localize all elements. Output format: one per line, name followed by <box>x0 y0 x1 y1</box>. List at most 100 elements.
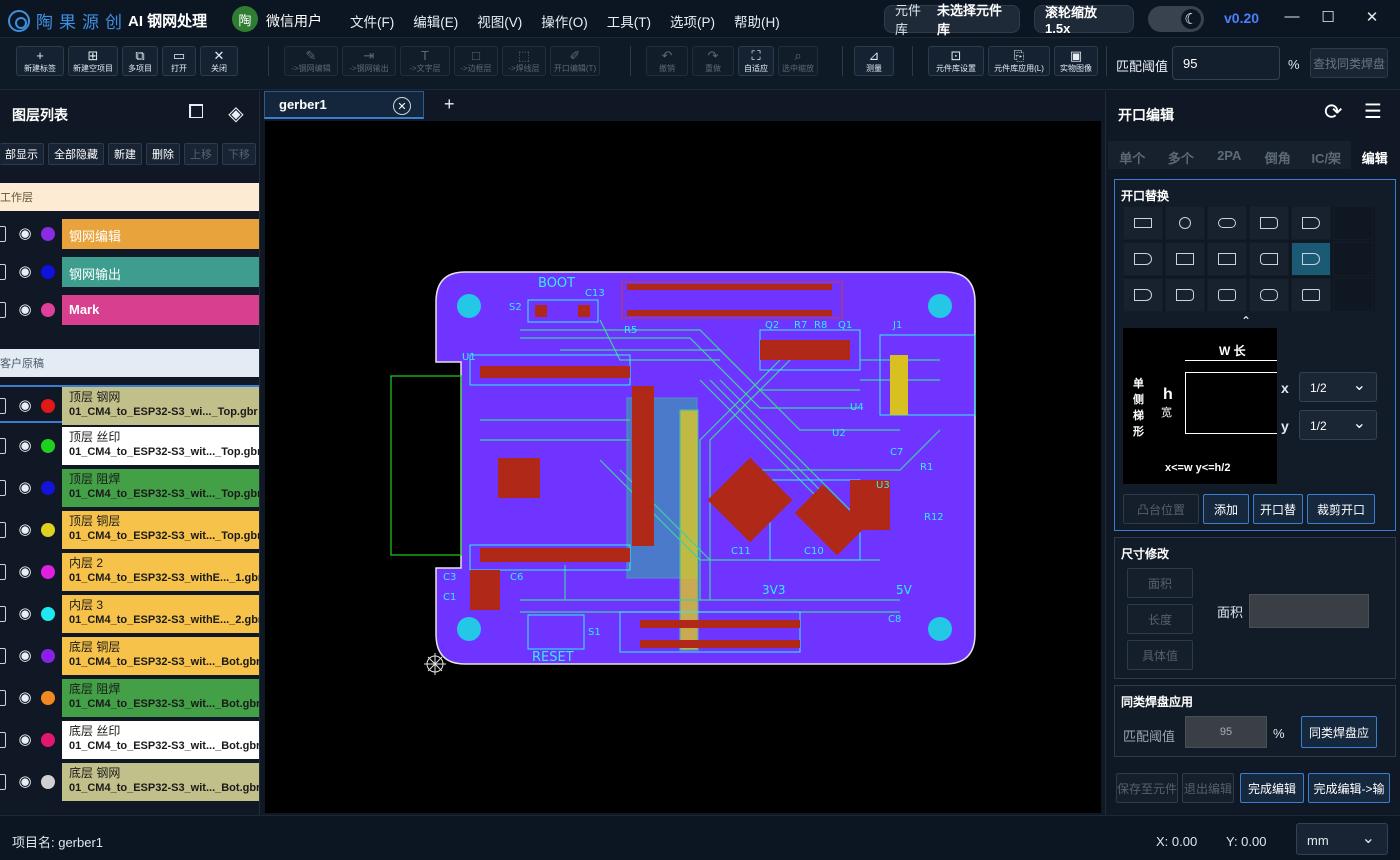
menu-view[interactable]: 视图(V) <box>477 11 522 31</box>
shape-rounded3-icon[interactable] <box>1291 278 1331 312</box>
unit-select[interactable]: mm ⌄ <box>1296 823 1388 855</box>
customer-layer-row[interactable]: ◉ 底层 阻焊 01_CM4_to_ESP32-S3_wit..._Bot.gbr <box>0 679 259 717</box>
threshold-input[interactable]: 95 <box>1172 46 1280 80</box>
new-layer-button[interactable]: 新建 <box>108 143 142 165</box>
work-layer-row[interactable]: ◉ Mark <box>0 295 259 325</box>
group-work-layers[interactable]: 工作层 <box>0 183 259 211</box>
add-button[interactable]: 添加 <box>1203 494 1249 524</box>
zoom-selection-button[interactable]: ⌕ 选中缩放 <box>778 46 818 76</box>
layer-checkbox[interactable] <box>0 522 6 538</box>
layer-color-swatch[interactable] <box>41 265 55 279</box>
layer-checkbox[interactable] <box>0 564 6 580</box>
measure-button[interactable]: ⊿ 测量 <box>854 46 894 76</box>
layer-color-swatch[interactable] <box>41 607 55 621</box>
eye-icon[interactable]: ◉ <box>14 262 36 282</box>
work-layer-row[interactable]: ◉ 钢网输出 <box>0 257 259 287</box>
tab-single[interactable]: 单个 <box>1108 141 1157 169</box>
eye-icon[interactable]: ◉ <box>14 562 36 582</box>
shape-rect-icon[interactable] <box>1123 206 1163 240</box>
customer-layer-row[interactable]: ◉ 内层 2 01_CM4_to_ESP32-S3_withE..._1.gbr <box>0 553 259 591</box>
eye-icon[interactable]: ◉ <box>14 646 36 666</box>
move-up-button[interactable]: 上移 <box>184 143 218 165</box>
area-button[interactable]: 面积 <box>1127 568 1193 598</box>
eye-icon[interactable]: ◉ <box>14 730 36 750</box>
add-layer-icon[interactable]: ⧠ <box>184 101 208 125</box>
layer-checkbox[interactable] <box>0 302 6 318</box>
undo-button[interactable]: ↶ 撤销 <box>646 46 688 76</box>
tab-multiple[interactable]: 多个 <box>1157 141 1206 169</box>
pcb-canvas[interactable]: BOOT S2 C13 J1 Q2 R7 R8 Q1 R5 U1 U4 U2 C… <box>265 121 1101 813</box>
shape-circle-icon[interactable] <box>1165 206 1205 240</box>
shape-rounded2-icon[interactable] <box>1249 278 1289 312</box>
layer-checkbox[interactable] <box>0 606 6 622</box>
boss-position-button[interactable]: 凸台位置 <box>1123 494 1199 524</box>
new-empty-project-button[interactable]: ⊞ 新建空项目 <box>68 46 118 76</box>
shape-cut-icon[interactable] <box>1165 242 1205 276</box>
to-border-layer-button[interactable]: □ ->边框层 <box>454 46 498 76</box>
eye-icon[interactable]: ◉ <box>14 224 36 244</box>
menu-operate[interactable]: 操作(O) <box>541 11 588 31</box>
tab-ic[interactable]: IC/架 <box>1302 141 1351 169</box>
eye-icon[interactable]: ◉ <box>14 688 36 708</box>
physical-image-button[interactable]: ▣ 实物图像 <box>1054 46 1098 76</box>
to-stencil-output-button[interactable]: ⇥ ->钢网输出 <box>342 46 396 76</box>
delete-layer-button[interactable]: 删除 <box>146 143 180 165</box>
close-tab-icon[interactable]: ✕ <box>393 97 411 115</box>
to-stencil-edit-button[interactable]: ✎ ->钢网编辑 <box>284 46 338 76</box>
customer-layer-row[interactable]: ◉ 底层 铜层 01_CM4_to_ESP32-S3_wit..._Bot.gbr <box>0 637 259 675</box>
work-layer-row[interactable]: ◉ 钢网编辑 <box>0 219 259 249</box>
layer-color-swatch[interactable] <box>41 439 55 453</box>
avatar[interactable]: 陶 <box>232 6 258 32</box>
layer-checkbox[interactable] <box>0 226 6 242</box>
shape-cut2-icon[interactable] <box>1207 242 1247 276</box>
user-name[interactable]: 微信用户 <box>266 11 322 31</box>
zoom-indicator[interactable]: 滚轮缩放 1.5x <box>1034 5 1134 36</box>
tab-2pa[interactable]: 2PA <box>1205 141 1254 169</box>
menu-icon[interactable]: ☰ <box>1364 99 1390 123</box>
layer-color-swatch[interactable] <box>41 481 55 495</box>
add-tab-button[interactable]: + <box>444 94 455 115</box>
show-all-button[interactable]: 部显示 <box>0 143 44 165</box>
layers-icon[interactable]: ◈ <box>224 101 248 125</box>
library-settings-button[interactable]: ⊡ 元件库设置 <box>928 46 984 76</box>
find-same-pad-button[interactable]: 查找同类焊盘 <box>1310 48 1388 78</box>
replace-aperture-button[interactable]: 开口替 <box>1253 494 1303 524</box>
tab-chamfer[interactable]: 倒角 <box>1254 141 1303 169</box>
exit-edit-button[interactable]: 退出编辑 <box>1182 773 1234 803</box>
layer-color-swatch[interactable] <box>41 649 55 663</box>
eye-icon[interactable]: ◉ <box>14 436 36 456</box>
minimize-icon[interactable]: — <box>1282 8 1302 28</box>
shape-tab-icon[interactable] <box>1291 206 1331 240</box>
shape-rounded-icon[interactable] <box>1207 278 1247 312</box>
close-button[interactable]: ✕ 关闭 <box>200 46 238 76</box>
customer-layer-row[interactable]: ◉ 顶层 丝印 01_CM4_to_ESP32-S3_wit..._Top.gbr <box>0 427 259 465</box>
shape-obround-icon[interactable] <box>1207 206 1247 240</box>
layer-color-swatch[interactable] <box>41 303 55 317</box>
eye-icon[interactable]: ◉ <box>14 772 36 792</box>
menu-file[interactable]: 文件(F) <box>350 11 394 31</box>
fit-view-button[interactable]: ⛶ 自适应 <box>738 46 774 76</box>
x-select[interactable]: 1/2 <box>1299 372 1377 402</box>
customer-layer-row[interactable]: ◉ 底层 丝印 01_CM4_to_ESP32-S3_wit..._Bot.gbr <box>0 721 259 759</box>
theme-toggle[interactable]: ☾ <box>1148 6 1204 32</box>
eye-icon[interactable]: ◉ <box>14 520 36 540</box>
tab-edit[interactable]: 编辑 <box>1350 141 1399 169</box>
layer-color-swatch[interactable] <box>41 565 55 579</box>
layer-checkbox[interactable] <box>0 690 6 706</box>
layer-checkbox[interactable] <box>0 264 6 280</box>
layer-color-swatch[interactable] <box>41 775 55 789</box>
y-select[interactable]: 1/2 <box>1299 410 1377 440</box>
shape-selected-icon[interactable] <box>1291 242 1331 276</box>
same-threshold-input[interactable]: 95 <box>1185 716 1267 748</box>
open-button[interactable]: ▭ 打开 <box>162 46 196 76</box>
exact-value-button[interactable]: 具体值 <box>1127 640 1193 670</box>
refresh-icon[interactable]: ⟳ <box>1324 99 1348 124</box>
customer-layer-row[interactable]: ◉ 底层 钢网 01_CM4_to_ESP32-S3_wit..._Bot.gbr <box>0 763 259 801</box>
layer-checkbox[interactable] <box>0 398 6 414</box>
menu-tools[interactable]: 工具(T) <box>607 11 651 31</box>
menu-help[interactable]: 帮助(H) <box>734 11 780 31</box>
menu-edit[interactable]: 编辑(E) <box>413 11 458 31</box>
to-wire-layer-button[interactable]: ⬚ ->焊线层 <box>502 46 546 76</box>
layer-color-swatch[interactable] <box>41 399 55 413</box>
shape-notch-icon[interactable] <box>1249 206 1289 240</box>
